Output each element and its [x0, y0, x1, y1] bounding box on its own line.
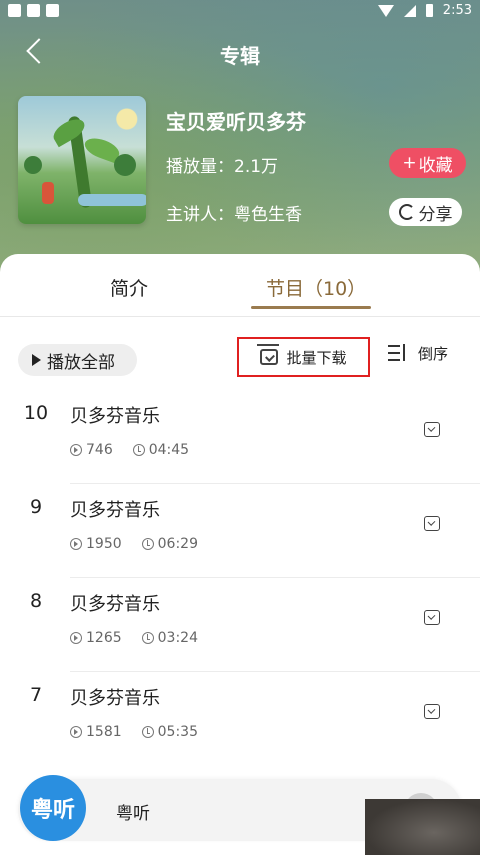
divider — [70, 577, 480, 578]
download-icon[interactable] — [424, 516, 440, 531]
download-icon[interactable] — [424, 704, 440, 719]
track-duration: 04:45 — [148, 442, 190, 458]
notification-icon — [8, 4, 21, 17]
notification-icon — [27, 4, 40, 17]
share-icon — [398, 204, 415, 220]
track-index: 7 — [29, 684, 43, 706]
divider — [70, 483, 480, 484]
notification-icon — [46, 4, 59, 17]
track-title: 贝多芬音乐 — [70, 594, 160, 615]
play-all-button[interactable]: 播放全部 — [18, 344, 137, 376]
active-tab-indicator — [251, 306, 371, 309]
overlay-image-fragment — [365, 799, 480, 855]
album-cover — [18, 96, 146, 224]
clock-icon — [132, 444, 145, 456]
track-title: 贝多芬音乐 — [70, 406, 160, 427]
track-duration: 05:35 — [157, 724, 198, 740]
clock: 2:53 — [442, 3, 472, 18]
track-plays: 1581 — [86, 724, 122, 740]
batch-download-icon — [257, 344, 280, 365]
download-icon[interactable] — [424, 610, 440, 625]
track-plays: 746 — [86, 442, 113, 458]
track-title: 贝多芬音乐 — [70, 688, 160, 709]
page-title: 专辑 — [220, 44, 260, 68]
album-speaker: 主讲人：粤色生香 — [166, 205, 302, 225]
wifi-icon — [377, 4, 394, 17]
divider — [70, 671, 480, 672]
track-index: 10 — [23, 402, 49, 424]
clock-icon — [141, 632, 154, 644]
track-plays: 1950 — [86, 536, 122, 552]
clock-icon — [141, 538, 154, 550]
track-title: 贝多芬音乐 — [70, 500, 160, 521]
track-plays: 1265 — [86, 630, 122, 646]
mini-player-title: 粤听 — [116, 804, 150, 824]
tab-programs[interactable]: 节目（10） — [266, 274, 366, 301]
divider — [0, 316, 480, 317]
top-bar: 专辑 — [0, 26, 480, 76]
play-count-icon — [70, 632, 82, 644]
play-icon — [32, 354, 41, 366]
battery-icon — [425, 4, 433, 17]
track-index: 8 — [29, 590, 43, 612]
track-row[interactable]: 7 贝多芬音乐 1581 05:35 — [0, 684, 480, 778]
signal-icon — [403, 4, 416, 17]
batch-download-label: 批量下载 — [286, 348, 347, 367]
track-row[interactable]: 8 贝多芬音乐 1265 03:24 — [0, 590, 480, 684]
track-duration: 03:24 — [157, 630, 198, 646]
favorite-button[interactable]: + 收藏 — [389, 148, 466, 178]
sort-icon — [388, 342, 408, 364]
track-index: 9 — [29, 496, 43, 518]
share-button[interactable]: 分享 — [389, 198, 462, 226]
track-row[interactable]: 10 贝多芬音乐 746 04:45 — [0, 402, 480, 496]
plus-icon: + — [402, 153, 417, 173]
content-sheet: 简介 节目（10） 播放全部 批量下载 倒序 10 贝多芬音乐 746 04:4… — [0, 254, 480, 855]
batch-download-button[interactable]: 批量下载 — [237, 337, 370, 377]
tab-intro[interactable]: 简介 — [110, 274, 148, 301]
track-duration: 06:29 — [157, 536, 198, 552]
album-play-count: 播放量：2.1万 — [166, 157, 279, 177]
play-all-label: 播放全部 — [47, 352, 115, 373]
play-count-icon — [70, 444, 82, 456]
share-label: 分享 — [418, 204, 453, 225]
reverse-order-button[interactable]: 倒序 — [388, 342, 448, 364]
app-logo: 粤听 — [20, 775, 86, 841]
favorite-label: 收藏 — [418, 155, 453, 176]
album-title: 宝贝爱听贝多芬 — [166, 110, 306, 134]
play-count-icon — [70, 538, 82, 550]
download-icon[interactable] — [424, 422, 440, 437]
clock-icon — [141, 726, 154, 738]
status-bar: 2:53 — [0, 0, 480, 24]
play-count-icon — [70, 726, 82, 738]
reverse-order-label: 倒序 — [418, 344, 449, 363]
track-row[interactable]: 9 贝多芬音乐 1950 06:29 — [0, 496, 480, 590]
